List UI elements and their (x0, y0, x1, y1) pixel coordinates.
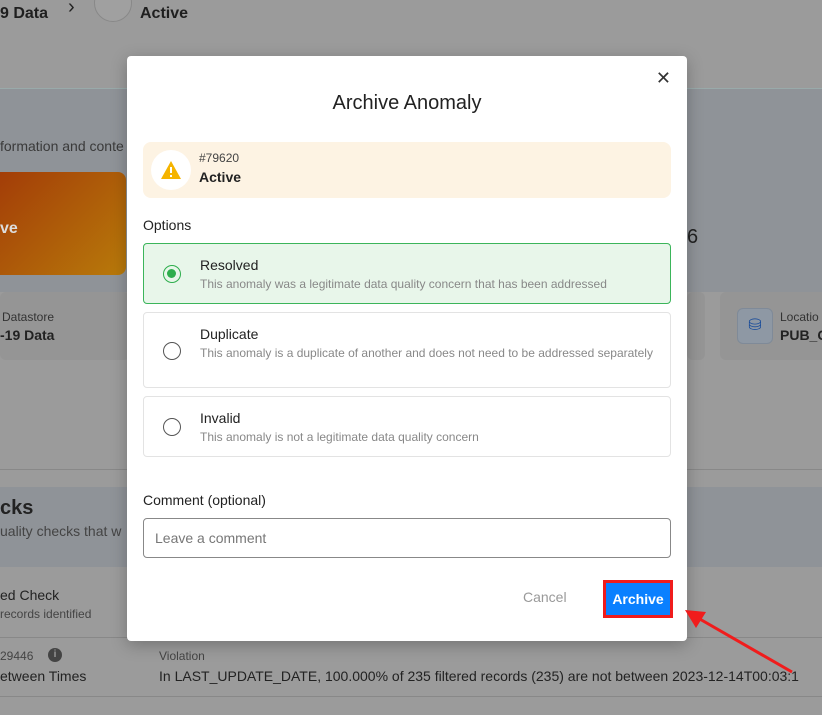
option-label: Invalid (200, 410, 241, 426)
datastore-card: Datastore -19 Data (0, 292, 130, 360)
check-type: etween Times (0, 668, 87, 684)
options-label: Options (143, 217, 192, 233)
warning-icon (151, 150, 191, 190)
breadcrumb-datastore[interactable]: 9 Data (0, 5, 48, 23)
comment-label: Comment (optional) (143, 492, 266, 508)
comment-input[interactable] (143, 518, 671, 558)
database-icon: ⛁ (737, 308, 773, 344)
option-desc: This anomaly is not a legitimate data qu… (200, 430, 479, 444)
close-icon[interactable]: ✕ (656, 68, 671, 89)
option-desc: This anomaly was a legitimate data quali… (200, 277, 607, 291)
anomaly-id: #79620 (199, 151, 240, 165)
section-description: formation and conte (0, 138, 124, 154)
check-desc: records identified (0, 607, 92, 621)
check-name: ed Check (0, 587, 60, 603)
chevron-right-icon: › (68, 0, 75, 18)
check-id: 29446 (0, 649, 34, 663)
status-card: ve (0, 172, 126, 275)
breadcrumb-status: Active (140, 5, 189, 22)
option-label: Duplicate (200, 326, 259, 342)
cancel-button[interactable]: Cancel (523, 589, 567, 605)
option-duplicate[interactable]: Duplicate This anomaly is a duplicate of… (143, 312, 671, 388)
radio-resolved[interactable] (163, 265, 181, 283)
anomaly-status: Active (199, 169, 242, 185)
anomaly-status-banner: #79620 Active (143, 142, 671, 198)
radio-invalid[interactable] (163, 418, 181, 436)
archive-button[interactable]: Archive (603, 580, 673, 618)
warning-icon (94, 0, 132, 22)
dialog-title: Archive Anomaly (332, 92, 482, 114)
location-card: ⛁ Locatio PUB_C (720, 292, 822, 360)
option-resolved[interactable]: Resolved This anomaly was a legitimate d… (143, 243, 671, 304)
option-desc: This anomaly is a duplicate of another a… (200, 346, 653, 360)
radio-duplicate[interactable] (163, 342, 181, 360)
card (687, 292, 705, 360)
archive-anomaly-dialog: Archive Anomaly ✕ #79620 Active Options … (127, 56, 687, 641)
option-invalid[interactable]: Invalid This anomaly is not a legitimate… (143, 396, 671, 457)
stat-value: 6 (687, 226, 699, 248)
info-icon[interactable]: i (48, 648, 62, 662)
violation-label: Violation (159, 649, 205, 663)
option-label: Resolved (200, 257, 259, 273)
annotation-arrow (685, 610, 793, 674)
